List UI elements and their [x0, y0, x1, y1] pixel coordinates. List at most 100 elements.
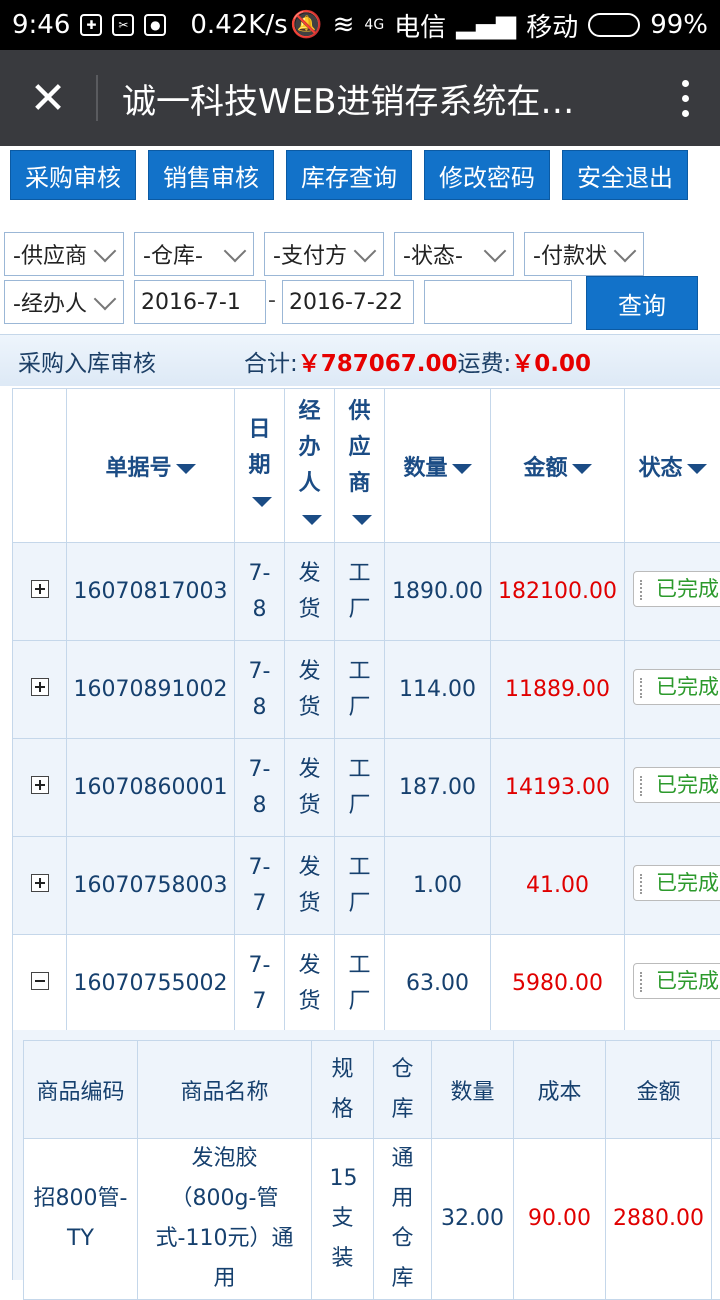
order-id: 16070755002: [67, 935, 235, 1033]
signal-icon: ▂▄▆: [456, 10, 516, 40]
col-header-amount[interactable]: 金额: [491, 389, 625, 543]
status-button[interactable]: 已完成: [633, 963, 720, 999]
status-button[interactable]: 已完成: [633, 571, 720, 607]
network-speed: 0.42K/s: [190, 10, 287, 40]
detail-code: 招800管-TY: [24, 1139, 138, 1300]
order-handler: 发货: [285, 739, 335, 837]
supplier-select-value: -供应商: [13, 238, 87, 270]
detail-cost: 90.00: [514, 1139, 606, 1300]
expand-plus-icon[interactable]: [31, 678, 49, 696]
inventory-query-button[interactable]: 库存查询: [286, 150, 412, 200]
warehouse-select[interactable]: -仓库-: [134, 232, 254, 276]
page-title: 诚一科技WEB进销存系统在…: [98, 74, 650, 123]
detail-table: 商品编码 商品名称 规格 仓库 数量 成本 金额 招800管-TY 发泡胶（80…: [23, 1040, 720, 1300]
table-row[interactable]: 16070860001 7-8 发货 工厂 187.00 14193.00 已完…: [13, 739, 720, 837]
order-amount: 11889.00: [491, 641, 625, 739]
col-header-status[interactable]: 状态: [625, 389, 720, 543]
order-amount: 41.00: [491, 837, 625, 935]
shield-icon: ✚: [80, 14, 102, 36]
logout-button[interactable]: 安全退出: [562, 150, 688, 200]
purchase-grid: 单据号 日期 经办人 供应商 数量 金额 状态 16070817003 7-8 …: [12, 388, 720, 1033]
change-password-button[interactable]: 修改密码: [424, 150, 550, 200]
nav-buttons: 采购审核 销售审核 库存查询 修改密码 安全退出: [10, 150, 688, 200]
chevron-down-icon: [611, 241, 639, 267]
sales-audit-button[interactable]: 销售审核: [148, 150, 274, 200]
status-button[interactable]: 已完成: [633, 669, 720, 705]
order-id: 16070758003: [67, 837, 235, 935]
detail-extra: [712, 1139, 720, 1300]
date-from-input[interactable]: 2016-7-1: [134, 280, 266, 324]
order-qty: 1.00: [385, 837, 491, 935]
order-amount: 5980.00: [491, 935, 625, 1033]
payment-method-select[interactable]: -支付方: [264, 232, 384, 276]
detail-spec: 15支装: [312, 1139, 374, 1300]
carrier-1: 电信: [394, 7, 446, 44]
sort-down-icon: [572, 464, 592, 474]
order-amount: 182100.00: [491, 543, 625, 641]
order-handler: 发货: [285, 935, 335, 1033]
expand-plus-icon[interactable]: [31, 874, 49, 892]
detail-warehouse: 通用仓库: [374, 1139, 432, 1300]
status-button[interactable]: 已完成: [633, 865, 720, 901]
sort-down-icon: [352, 515, 372, 525]
collapse-minus-icon[interactable]: [31, 972, 49, 990]
detail-qty: 32.00: [432, 1139, 514, 1300]
expand-plus-icon[interactable]: [31, 776, 49, 794]
payment-status-select-value: -付款状: [533, 238, 607, 270]
order-supplier: 工厂: [335, 739, 385, 837]
order-qty: 63.00: [385, 935, 491, 1033]
panel-title: 采购入库审核: [18, 344, 156, 378]
query-button[interactable]: 查询: [586, 276, 698, 330]
col-header-supplier[interactable]: 供应商: [335, 389, 385, 543]
order-supplier: 工厂: [335, 837, 385, 935]
order-date: 7-8: [235, 641, 285, 739]
status-select[interactable]: -状态-: [394, 232, 514, 276]
sort-down-icon: [452, 464, 472, 474]
detail-name: 发泡胶（800g-管式-110元）通用: [138, 1139, 312, 1300]
order-id: 16070891002: [67, 641, 235, 739]
detail-header-name: 商品名称: [138, 1041, 312, 1139]
table-row[interactable]: 16070755002 7-7 发货 工厂 63.00 5980.00 已完成: [13, 935, 720, 1033]
detail-header-extra: [712, 1041, 720, 1139]
app-icon: ✂: [112, 14, 134, 36]
order-handler: 发货: [285, 641, 335, 739]
detail-header-warehouse: 仓库: [374, 1041, 432, 1139]
order-date: 7-8: [235, 739, 285, 837]
panel-header: 采购入库审核 合计: ￥787067.00 运费: ￥0.00: [0, 334, 720, 386]
status-button[interactable]: 已完成: [633, 767, 720, 803]
table-row[interactable]: 16070758003 7-7 发货 工厂 1.00 41.00 已完成: [13, 837, 720, 935]
total-label: 合计:: [244, 344, 298, 378]
date-separator: -: [268, 288, 276, 313]
title-bar: ✕ 诚一科技WEB进销存系统在…: [0, 50, 720, 146]
expand-plus-icon[interactable]: [31, 580, 49, 598]
detail-panel: 商品编码 商品名称 规格 仓库 数量 成本 金额 招800管-TY 发泡胶（80…: [12, 1030, 720, 1280]
keyword-input[interactable]: [424, 280, 572, 324]
close-icon[interactable]: ✕: [0, 50, 96, 146]
col-header-qty[interactable]: 数量: [385, 389, 491, 543]
table-row[interactable]: 16070817003 7-8 发货 工厂 1890.00 182100.00 …: [13, 543, 720, 641]
sort-down-icon: [252, 497, 272, 507]
col-header-date[interactable]: 日期: [235, 389, 285, 543]
detail-header-spec: 规格: [312, 1041, 374, 1139]
chevron-down-icon: [351, 241, 379, 267]
supplier-select[interactable]: -供应商: [4, 232, 124, 276]
mute-icon: 🔕: [290, 10, 322, 40]
date-to-input[interactable]: 2016-7-22: [282, 280, 414, 324]
chevron-down-icon: [91, 289, 119, 315]
col-header-handler[interactable]: 经办人: [285, 389, 335, 543]
order-supplier: 工厂: [335, 935, 385, 1033]
status-select-value: -状态-: [403, 238, 463, 270]
detail-row: 招800管-TY 发泡胶（800g-管式-110元）通用 15支装 通用仓库 3…: [24, 1139, 720, 1300]
handler-select[interactable]: -经办人: [4, 280, 124, 324]
order-handler: 发货: [285, 837, 335, 935]
payment-status-select[interactable]: -付款状: [524, 232, 644, 276]
table-row[interactable]: 16070891002 7-8 发货 工厂 114.00 11889.00 已完…: [13, 641, 720, 739]
order-id: 16070860001: [67, 739, 235, 837]
chevron-down-icon: [91, 241, 119, 267]
chevron-down-icon: [221, 241, 249, 267]
carrier-2: 移动: [526, 7, 578, 44]
order-date: 7-7: [235, 837, 285, 935]
purchase-audit-button[interactable]: 采购审核: [10, 150, 136, 200]
more-vertical-icon[interactable]: [650, 50, 720, 146]
col-header-id[interactable]: 单据号: [67, 389, 235, 543]
